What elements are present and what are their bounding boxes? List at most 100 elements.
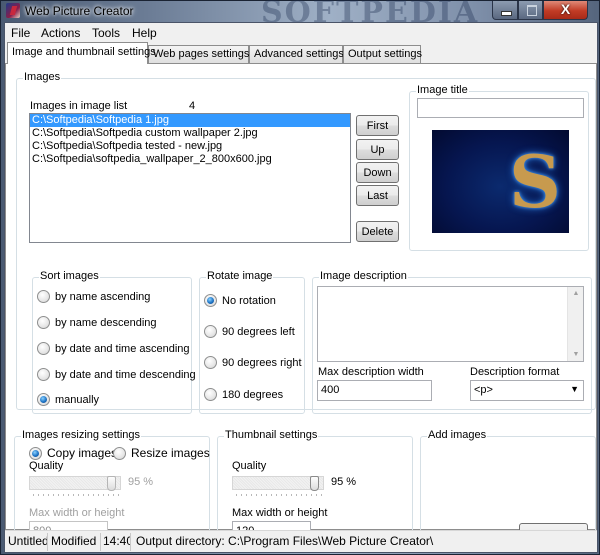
slider-ticks	[236, 494, 322, 496]
add-images-group-label: Add images	[427, 429, 488, 441]
list-item[interactable]: C:\Softpedia\softpedia_wallpaper_2_800x6…	[30, 153, 350, 166]
resize-quality-label: Quality	[29, 460, 64, 472]
resize-quality-slider[interactable]	[29, 476, 121, 491]
image-preview: S	[432, 130, 569, 233]
tab-page: Images Images in image list 4 C:\Softped…	[5, 63, 597, 551]
images-in-list-label: Images in image list	[30, 100, 128, 112]
minimize-button[interactable]	[492, 1, 518, 20]
thumbnail-group-label: Thumbnail settings	[224, 429, 319, 441]
max-description-width-label: Max description width	[318, 366, 424, 378]
app-window: Web Picture Creator SOFTPEDIA X File Act…	[0, 0, 600, 555]
slider-thumb[interactable]	[107, 476, 116, 491]
menu-help[interactable]: Help	[132, 26, 157, 40]
menu-tools[interactable]: Tools	[92, 26, 120, 40]
status-time: 14:40	[101, 533, 131, 551]
client-area: File Actions Tools Help Image and thumbn…	[4, 22, 598, 553]
description-scrollbar[interactable]: ▲ ▼	[567, 287, 583, 361]
sort-manually-radio[interactable]: manually	[37, 393, 99, 406]
radio-icon[interactable]	[37, 368, 50, 381]
rotate-180-radio[interactable]: 180 degrees	[204, 388, 283, 401]
scroll-up-icon[interactable]: ▲	[568, 290, 584, 297]
resize-images-radio[interactable]: Resize images	[113, 446, 210, 460]
close-icon: X	[560, 1, 571, 17]
image-title-input[interactable]	[417, 98, 584, 118]
sort-date-asc-radio[interactable]: by date and time ascending	[37, 342, 190, 355]
images-count: 4	[189, 100, 196, 112]
rotate-none-radio[interactable]: No rotation	[204, 294, 276, 307]
maximize-button[interactable]	[518, 1, 543, 20]
radio-icon[interactable]	[204, 325, 217, 338]
thumbnail-quality-value: 95 %	[331, 476, 357, 488]
status-filename: Untitled	[5, 533, 48, 551]
radio-label: Copy images	[47, 446, 118, 460]
rotate-90-left-radio[interactable]: 90 degrees left	[204, 325, 295, 338]
rotate-image-label: Rotate image	[206, 270, 274, 282]
images-group-label: Images	[23, 71, 62, 83]
radio-label: 180 degrees	[222, 388, 284, 401]
preview-image-glyph: S	[509, 139, 561, 224]
menu-bar: File Actions Tools Help	[5, 23, 597, 42]
radio-label: by name descending	[55, 316, 157, 329]
radio-icon[interactable]	[37, 290, 50, 303]
app-icon[interactable]	[6, 3, 20, 18]
title-bar[interactable]: Web Picture Creator SOFTPEDIA X	[1, 0, 599, 30]
scroll-down-icon[interactable]: ▼	[568, 351, 584, 358]
sort-images-label: Sort images	[39, 270, 100, 282]
chevron-down-icon[interactable]: ▼	[570, 384, 579, 394]
description-format-value: <p>	[474, 384, 493, 396]
sort-name-desc-radio[interactable]: by name descending	[37, 316, 157, 329]
status-modified: Modified	[48, 533, 101, 551]
close-button[interactable]: X	[543, 1, 588, 20]
radio-icon[interactable]	[113, 446, 126, 460]
image-description-label: Image description	[319, 270, 408, 282]
copy-images-radio[interactable]: Copy images	[29, 446, 117, 460]
window-title: Web Picture Creator	[25, 4, 134, 18]
last-button[interactable]: Last	[356, 185, 399, 206]
radio-label: Resize images	[131, 446, 210, 460]
down-button[interactable]: Down	[356, 162, 399, 183]
tab-strip: Image and thumbnail settings Web pages s…	[5, 42, 597, 64]
menu-file[interactable]: File	[11, 26, 30, 40]
slider-thumb[interactable]	[310, 476, 319, 491]
slider-ticks	[33, 494, 119, 496]
sort-date-desc-radio[interactable]: by date and time descending	[37, 368, 196, 381]
radio-label: by date and time descending	[55, 368, 196, 381]
thumbnail-max-label: Max width or height	[232, 507, 328, 519]
radio-icon[interactable]	[204, 388, 217, 401]
tab-advanced-settings[interactable]: Advanced settings	[249, 45, 344, 64]
menu-actions[interactable]: Actions	[41, 26, 80, 40]
radio-label: manually	[55, 393, 100, 406]
max-description-width-input[interactable]: 400	[317, 380, 432, 401]
radio-icon[interactable]	[204, 356, 217, 369]
list-item[interactable]: C:\Softpedia\Softpedia custom wallpaper …	[30, 127, 350, 140]
resize-quality-value: 95 %	[128, 476, 154, 488]
tab-web-pages-settings[interactable]: Web pages settings	[148, 45, 249, 64]
radio-icon[interactable]	[37, 342, 50, 355]
delete-button[interactable]: Delete	[356, 221, 399, 242]
image-description-textarea[interactable]: ▲ ▼	[317, 286, 584, 362]
description-format-select[interactable]: <p> ▼	[470, 380, 584, 401]
radio-label: 90 degrees right	[222, 356, 302, 369]
tab-output-settings[interactable]: Output settings	[343, 45, 422, 64]
first-button[interactable]: First	[356, 115, 399, 136]
status-bar: Untitled Modified 14:40 Output directory…	[5, 530, 597, 552]
list-item[interactable]: C:\Softpedia\Softpedia tested - new.jpg	[30, 140, 350, 153]
up-button[interactable]: Up	[356, 139, 399, 160]
radio-label: 90 degrees left	[222, 325, 295, 338]
radio-label: No rotation	[222, 294, 276, 307]
list-item[interactable]: C:\Softpedia\Softpedia 1.jpg	[30, 114, 350, 127]
radio-label: by date and time ascending	[55, 342, 190, 355]
description-format-label: Description format	[470, 366, 560, 378]
rotate-90-right-radio[interactable]: 90 degrees right	[204, 356, 302, 369]
radio-icon[interactable]	[37, 316, 50, 329]
radio-checked-icon[interactable]	[204, 294, 217, 307]
image-title-label: Image title	[416, 84, 469, 96]
radio-checked-icon[interactable]	[37, 393, 50, 406]
tab-image-thumbnail-settings[interactable]: Image and thumbnail settings	[7, 42, 156, 64]
radio-checked-icon[interactable]	[29, 446, 42, 460]
image-list[interactable]: C:\Softpedia\Softpedia 1.jpg C:\Softpedi…	[29, 113, 351, 243]
thumbnail-quality-label: Quality	[232, 460, 267, 472]
sort-name-asc-radio[interactable]: by name ascending	[37, 290, 150, 303]
resize-max-label: Max width or height	[29, 507, 125, 519]
thumbnail-quality-slider[interactable]	[232, 476, 324, 491]
